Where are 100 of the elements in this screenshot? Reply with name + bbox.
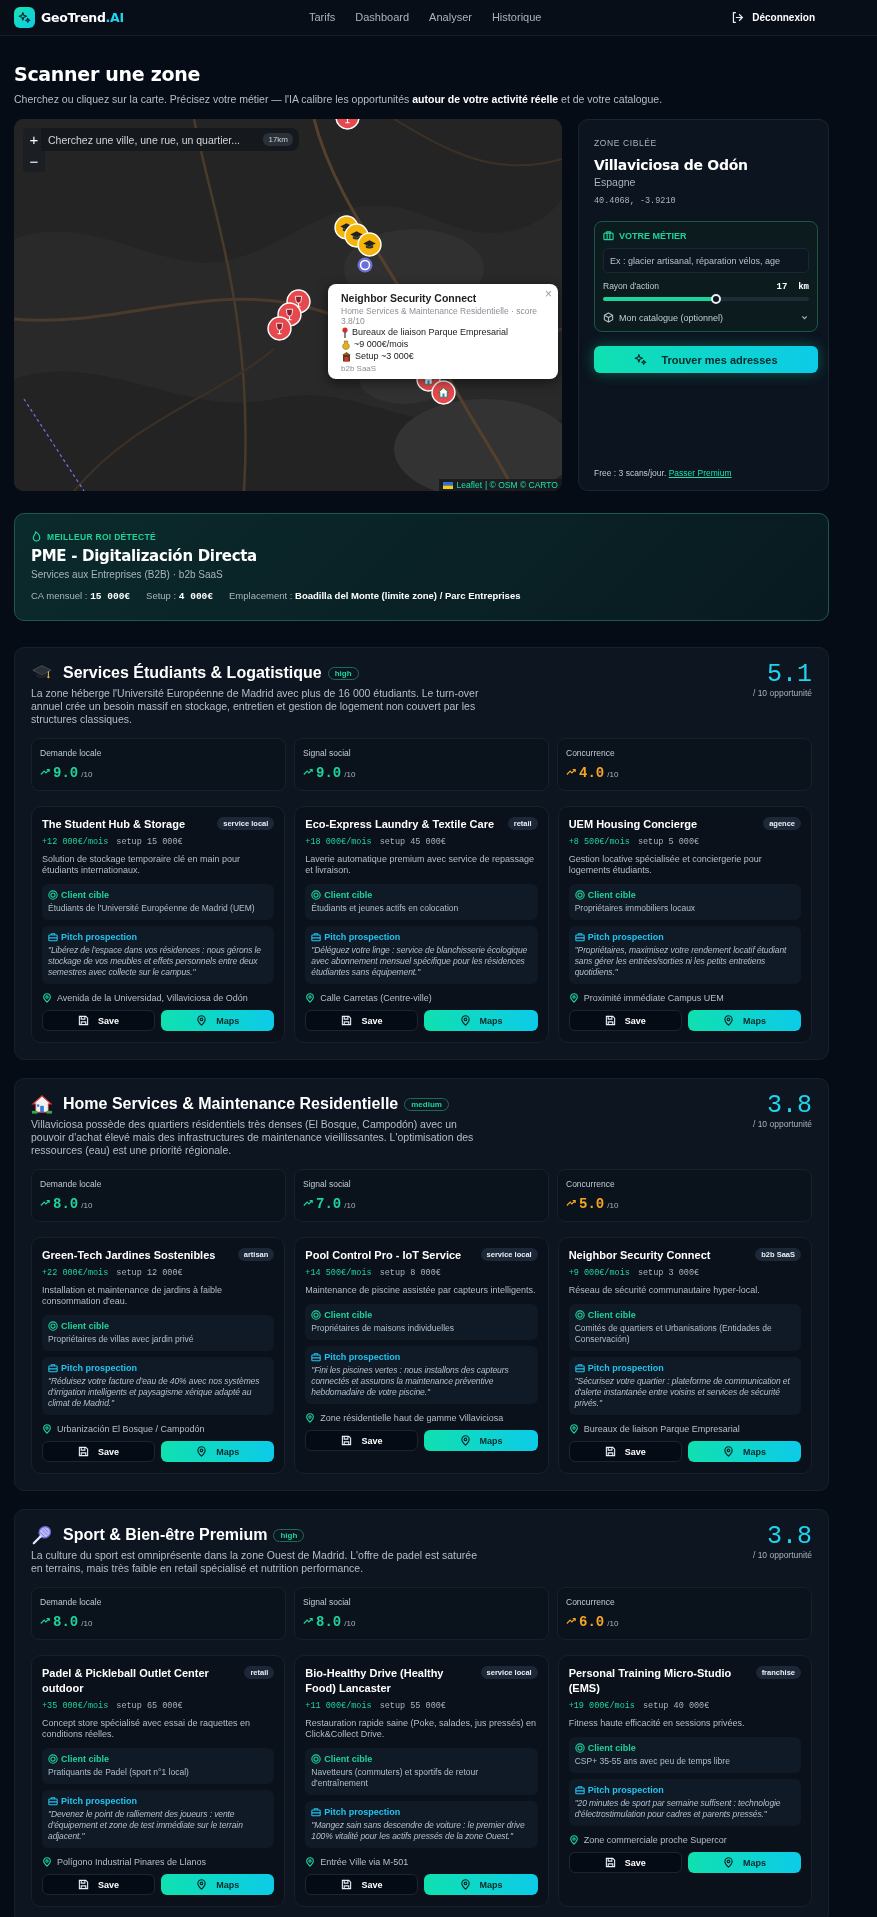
maps-button[interactable]: Maps bbox=[424, 1430, 538, 1451]
metric-scale: /10 bbox=[607, 1201, 619, 1210]
metric-scale: /10 bbox=[607, 1619, 619, 1628]
save-button[interactable]: Save bbox=[568, 1010, 682, 1031]
premium-link[interactable]: Passer Premium bbox=[668, 468, 732, 478]
attribution-link[interactable]: Leaflet bbox=[456, 480, 482, 490]
target-icon bbox=[311, 890, 322, 900]
metric-label: Demande locale bbox=[40, 1179, 103, 1189]
nav-link[interactable]: Tarifs bbox=[309, 11, 336, 23]
house-icon bbox=[31, 1093, 53, 1115]
sparkle-icon bbox=[634, 353, 648, 366]
trend-up-icon bbox=[40, 1616, 50, 1626]
pitch-label: Pitch prospection bbox=[324, 1352, 401, 1362]
zone-label: ZONE CIBLÉE bbox=[594, 138, 658, 148]
card-description: Restauration rapide saine (Poke, salades, jus pressés) en Click&Collect Drive. bbox=[305, 1718, 537, 1740]
roi-fact: Emplacement : Boadilla del Monte (limite zone) / Parc Entreprises bbox=[229, 590, 521, 602]
client-label: Client cible bbox=[61, 1321, 109, 1331]
opportunity-score: 5.1 bbox=[766, 662, 812, 688]
nav-link[interactable]: Historique bbox=[491, 11, 542, 23]
maps-button[interactable]: Maps bbox=[687, 1010, 801, 1031]
metric-value: 9.0 bbox=[316, 765, 342, 781]
target-icon bbox=[48, 1754, 58, 1764]
revenue-text: +19 000€/mois bbox=[568, 1701, 635, 1711]
logout-button[interactable]: Déconnexion bbox=[725, 9, 821, 25]
briefcase-icon bbox=[48, 1363, 58, 1373]
card-title: Padel & Pickleball Outlet Center outdoor bbox=[42, 1666, 210, 1696]
location-pin-icon bbox=[305, 993, 316, 1003]
location-pin-icon bbox=[568, 1424, 579, 1434]
client-label: Client cible bbox=[61, 890, 109, 900]
client-label: Client cible bbox=[61, 1754, 109, 1764]
maps-button[interactable]: Maps bbox=[424, 1874, 538, 1895]
metric-scale: /10 bbox=[81, 770, 93, 779]
metier-field[interactable]: Ex : glacier artisanal, réparation vélos, age bbox=[603, 248, 809, 273]
revenue-text: +14 500€/mois bbox=[305, 1268, 372, 1278]
cap-marker-icon[interactable] bbox=[356, 231, 382, 257]
location-pin-icon bbox=[459, 1879, 471, 1890]
roi-fact: CA mensuel : 15 000€ bbox=[31, 590, 131, 602]
revenue-text: +22 000€/mois bbox=[42, 1268, 109, 1278]
pitch-text: "20 minutes de sport par semaine suffisent : technologie d'électrostimulation pour cadres et parents pressés." bbox=[574, 1798, 782, 1820]
nav-link[interactable]: Analyser bbox=[429, 11, 472, 23]
save-button[interactable]: Save bbox=[305, 1874, 419, 1895]
section-title: Home Services & Maintenance Residentielle bbox=[63, 1095, 399, 1113]
metric-label: Demande locale bbox=[40, 748, 103, 758]
slider-thumb[interactable] bbox=[711, 294, 722, 304]
opportunity-score: 3.8 bbox=[766, 1093, 812, 1119]
maps-button[interactable]: Maps bbox=[161, 1874, 275, 1895]
briefcase-icon bbox=[311, 932, 322, 942]
maps-button[interactable]: Maps bbox=[424, 1010, 538, 1031]
metric-scale: /10 bbox=[344, 1619, 356, 1628]
radius-badge: 17km bbox=[263, 133, 293, 146]
house-marker-icon[interactable] bbox=[430, 379, 456, 405]
metric-label: Signal social bbox=[303, 1179, 352, 1189]
location-dot-icon bbox=[357, 257, 373, 273]
save-button[interactable]: Save bbox=[568, 1852, 682, 1873]
save-button[interactable]: Save bbox=[42, 1874, 156, 1895]
floppy-disk-icon bbox=[341, 1435, 353, 1446]
save-button[interactable]: Save bbox=[42, 1010, 156, 1031]
client-label: Client cible bbox=[324, 1310, 373, 1320]
nav-link[interactable]: Dashboard bbox=[355, 11, 410, 23]
briefcase-icon bbox=[311, 1807, 322, 1817]
maps-button[interactable]: Maps bbox=[161, 1010, 275, 1031]
maps-button[interactable]: Maps bbox=[161, 1441, 275, 1462]
location-text: Urbanización El Bosque / Campodón bbox=[57, 1424, 205, 1434]
chevron-down-icon bbox=[800, 313, 809, 322]
section-description: La zone héberge l'Université Européenne de Madrid avec plus de 16 000 étudiants. Le turn-over annuel crée un besoin massif en stockage, entretien et gestion de logement non couvert par les structures classiques. bbox=[31, 687, 480, 726]
setup-cost: setup 40 000€ bbox=[642, 1701, 710, 1711]
location-text: Zone résidentielle haut de gamme Villaviciosa bbox=[320, 1413, 504, 1423]
popup-detail: Bureaux de liaison Parque Empresarial bbox=[352, 327, 509, 338]
location-pin-icon bbox=[305, 1413, 316, 1423]
client-text: Propriétaires de maisons individuelles bbox=[311, 1323, 455, 1334]
maps-button[interactable]: Maps bbox=[687, 1852, 801, 1873]
floppy-disk-icon bbox=[341, 1015, 353, 1026]
card-description: Laverie automatique premium avec service de repassage et livraison. bbox=[305, 854, 535, 876]
popup-tag: b2b SaaS bbox=[341, 364, 545, 373]
client-label: Client cible bbox=[324, 890, 373, 900]
find-addresses-button[interactable]: Trouver mes adresses bbox=[594, 346, 818, 373]
card-description: Gestion locative spécialisée et conciergerie pour logements étudiants. bbox=[568, 854, 763, 876]
location-text: Polígono Industrial Pinares de Llanos bbox=[57, 1857, 207, 1867]
save-button[interactable]: Save bbox=[305, 1010, 419, 1031]
glass-marker-icon[interactable] bbox=[266, 315, 292, 341]
metric-value: 4.0 bbox=[579, 765, 605, 781]
client-text: Comités de quartiers et Urbanisations (Entidades de Conservación) bbox=[574, 1323, 773, 1345]
briefcase-icon bbox=[574, 1785, 585, 1795]
maps-button[interactable]: Maps bbox=[687, 1441, 801, 1462]
save-button[interactable]: Save bbox=[42, 1441, 156, 1462]
roi-subtitle: Services aux Entreprises (B2B) · b2b SaaS bbox=[31, 569, 224, 580]
metric-scale: /10 bbox=[81, 1619, 93, 1628]
logo-icon[interactable] bbox=[14, 6, 35, 28]
save-button[interactable]: Save bbox=[305, 1430, 419, 1451]
pitch-label: Pitch prospection bbox=[61, 1796, 137, 1806]
briefcase-icon bbox=[574, 932, 585, 942]
card-description: Solution de stockage temporaire clé en main pour étudiants internationaux. bbox=[42, 854, 242, 876]
pitch-text: "Réduisez votre facture d'eau de 40% avec nos systèmes d'irrigation intelligents et paysagisme xérique adapté au climat de Madrid." bbox=[48, 1376, 261, 1409]
save-button[interactable]: Save bbox=[568, 1441, 682, 1462]
target-icon bbox=[48, 1321, 58, 1331]
popup-title: Neighbor Security Connect bbox=[341, 292, 478, 304]
floppy-disk-icon bbox=[78, 1446, 90, 1457]
floppy-disk-icon bbox=[604, 1446, 616, 1457]
catalogue-dropdown[interactable]: Mon catalogue (optionnel) bbox=[603, 312, 809, 323]
radius-slider[interactable] bbox=[603, 294, 809, 304]
